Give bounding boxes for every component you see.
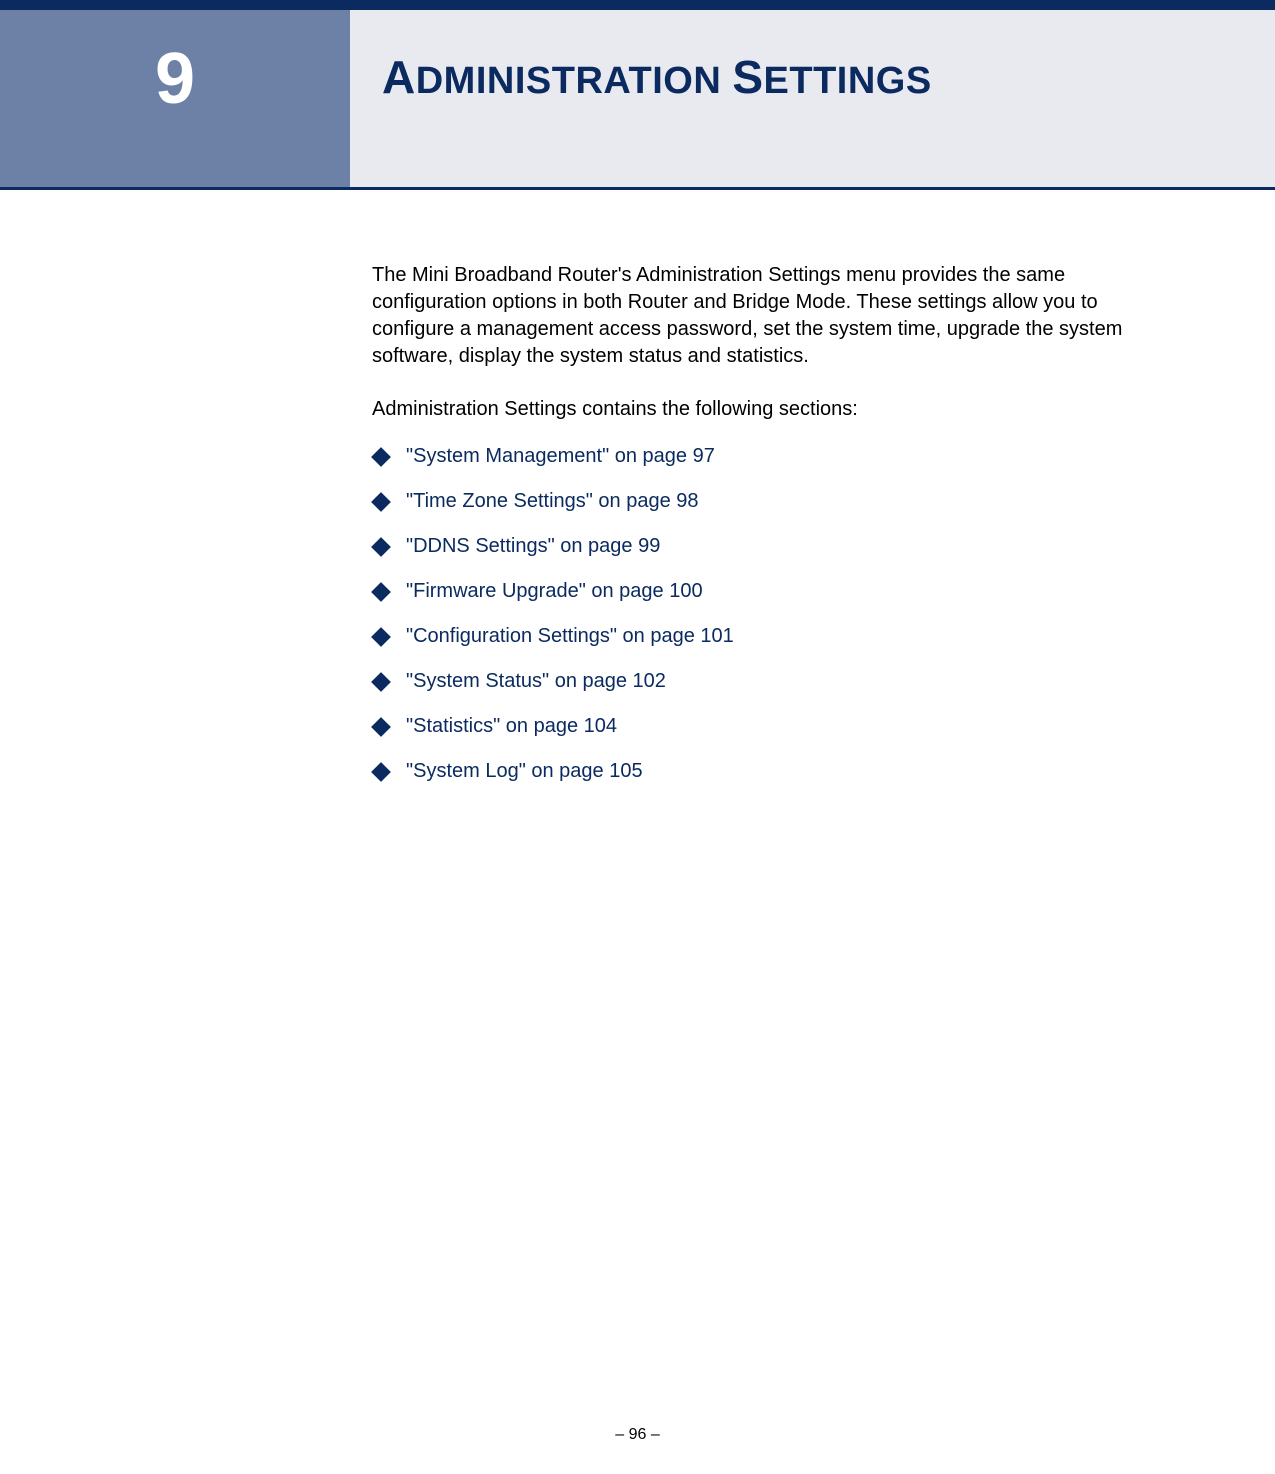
toc-item-statistics: "Statistics" on page 104 — [372, 715, 1185, 738]
bullet-diamond-icon — [371, 627, 391, 647]
bullet-diamond-icon — [371, 672, 391, 692]
chapter-title: ADMINISTRATION SETTINGS — [382, 50, 1275, 104]
toc-item-system-status: "System Status" on page 102 — [372, 670, 1185, 693]
toc-link-ddns[interactable]: "DDNS Settings" on page 99 — [406, 535, 660, 558]
toc-item-configuration: "Configuration Settings" on page 101 — [372, 625, 1185, 648]
toc-item-system-management: "System Management" on page 97 — [372, 445, 1185, 468]
toc-link-time-zone[interactable]: "Time Zone Settings" on page 98 — [406, 490, 699, 513]
page-content: The Mini Broadband Router's Administrati… — [0, 190, 1275, 783]
chapter-number-box: 9 — [0, 10, 350, 187]
intro-paragraph: The Mini Broadband Router's Administrati… — [372, 262, 1185, 370]
toc-item-firmware: "Firmware Upgrade" on page 100 — [372, 580, 1185, 603]
toc-link-system-status[interactable]: "System Status" on page 102 — [406, 670, 666, 693]
page-number: – 96 – — [0, 1426, 1275, 1444]
bullet-diamond-icon — [371, 762, 391, 782]
toc-list: "System Management" on page 97 "Time Zon… — [372, 445, 1185, 783]
title-cap-s: S — [732, 51, 763, 103]
bullet-diamond-icon — [371, 447, 391, 467]
toc-item-system-log: "System Log" on page 105 — [372, 760, 1185, 783]
toc-item-ddns: "DDNS Settings" on page 99 — [372, 535, 1185, 558]
toc-link-system-log[interactable]: "System Log" on page 105 — [406, 760, 643, 783]
title-rest-s: ETTINGS — [764, 60, 932, 102]
toc-link-system-management[interactable]: "System Management" on page 97 — [406, 445, 715, 468]
bullet-diamond-icon — [371, 582, 391, 602]
toc-link-configuration[interactable]: "Configuration Settings" on page 101 — [406, 625, 734, 648]
chapter-number: 9 — [155, 38, 195, 120]
chapter-header: 9 ADMINISTRATION SETTINGS — [0, 10, 1275, 190]
toc-link-firmware[interactable]: "Firmware Upgrade" on page 100 — [406, 580, 703, 603]
chapter-title-box: ADMINISTRATION SETTINGS — [350, 10, 1275, 187]
title-rest-a: DMINISTRATION — [416, 60, 722, 102]
top-accent-bar — [0, 0, 1275, 10]
bullet-diamond-icon — [371, 537, 391, 557]
sections-intro: Administration Settings contains the fol… — [372, 398, 1185, 421]
bullet-diamond-icon — [371, 717, 391, 737]
toc-item-time-zone: "Time Zone Settings" on page 98 — [372, 490, 1185, 513]
title-cap-a: A — [382, 51, 416, 103]
bullet-diamond-icon — [371, 492, 391, 512]
toc-link-statistics[interactable]: "Statistics" on page 104 — [406, 715, 617, 738]
